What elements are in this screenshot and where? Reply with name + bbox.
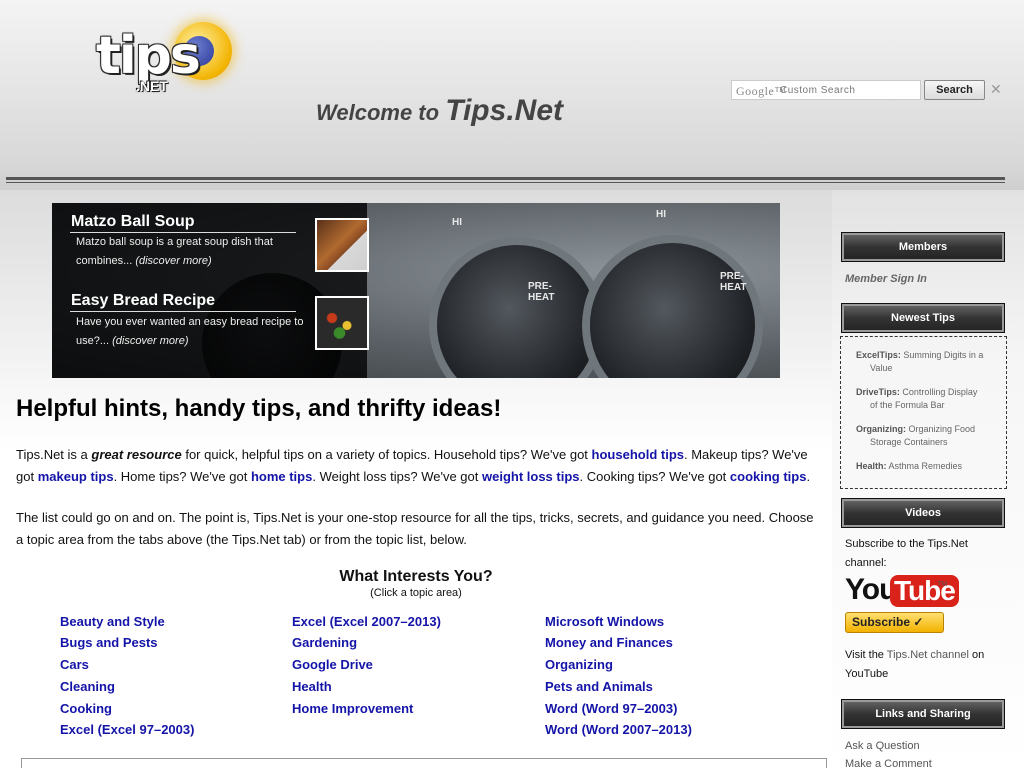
intro-text: . Cooking tips? We've got: [579, 468, 727, 484]
youtube-subscribe-button[interactable]: Subscribe ✓: [845, 612, 944, 633]
dial-knob: [590, 243, 755, 378]
intro-text: for quick, helpful tips on a variety of …: [185, 447, 588, 462]
ask-question-link[interactable]: Ask a Question: [845, 740, 920, 752]
interests-subtitle: (Click a topic area): [370, 587, 462, 599]
tip-title-cont: Storage Containers: [870, 437, 948, 447]
videos-text: Subscribe to the Tips.Net channel:: [845, 538, 968, 569]
feature-divider: [70, 311, 296, 312]
feature-title[interactable]: Matzo Ball Soup: [71, 213, 195, 231]
bottom-content-box: [21, 758, 827, 768]
tip-title: Controlling Display: [902, 387, 978, 397]
tip-site: DriveTips:: [856, 387, 900, 397]
welcome-prefix: Welcome to: [316, 100, 440, 125]
clear-search-icon[interactable]: ✕: [990, 81, 1002, 98]
featured-banner: HI HI PRE- HEAT PRE- HEAT Matzo Ball Sou…: [52, 203, 780, 378]
welcome-heading: Welcome to Tips.Net: [316, 94, 563, 128]
newest-tips-header: Newest Tips: [841, 303, 1005, 333]
featured-panel: Matzo Ball Soup Matzo ball soup is a gre…: [52, 203, 369, 378]
kebab-thumbnail[interactable]: [315, 296, 369, 350]
visit-channel-text: Visit the Tips.Net channel on YouTube: [845, 646, 1005, 684]
youtube-tm: TM: [937, 581, 948, 588]
topic-link[interactable]: Pets and Animals: [545, 679, 653, 694]
search-input[interactable]: Google™ Custom Search: [731, 80, 921, 100]
tip-title-cont: Value: [870, 363, 893, 373]
tip-site: ExcelTips:: [856, 350, 901, 360]
tip-site: Health:: [856, 461, 887, 471]
header-divider: [6, 177, 1005, 180]
topic-link[interactable]: Home Improvement: [292, 701, 413, 716]
topic-link[interactable]: Cars: [60, 657, 89, 672]
members-header: Members: [841, 232, 1005, 262]
topic-link[interactable]: Word (Word 97–2003): [545, 701, 677, 716]
topic-link[interactable]: Beauty and Style: [60, 614, 165, 629]
household-tips-link[interactable]: household tips: [592, 447, 684, 462]
search-placeholder: Custom Search: [780, 85, 856, 96]
weight-loss-tips-link[interactable]: weight loss tips: [482, 469, 580, 484]
dial-label-preheat: PRE- HEAT: [720, 271, 747, 293]
cooking-tips-link[interactable]: cooking tips: [730, 469, 807, 484]
feature-description: Matzo ball soup is a great soup dish tha…: [76, 233, 308, 271]
videos-header: Videos: [841, 498, 1005, 528]
feature-description: Have you ever wanted an easy bread recip…: [76, 313, 308, 351]
discover-more-link[interactable]: (discover more): [135, 255, 211, 267]
feature-text: Have you ever wanted an easy bread recip…: [76, 316, 304, 347]
intro-text: Tips.Net is a: [16, 447, 88, 462]
intro-emphasis: great resource: [91, 447, 182, 462]
welcome-brand: Tips.Net: [445, 94, 563, 127]
topic-link[interactable]: Organizing: [545, 657, 613, 672]
youtube-you: You: [845, 573, 897, 606]
tip-title-cont: of the Formula Bar: [870, 400, 945, 410]
newest-tip-item[interactable]: ExcelTips: Summing Digits in a Value: [856, 349, 996, 375]
topic-link[interactable]: Google Drive: [292, 657, 373, 672]
header-divider-thin: [6, 182, 1005, 183]
home-tips-link[interactable]: home tips: [251, 469, 312, 484]
topic-link[interactable]: Excel (Excel 97–2003): [60, 722, 194, 737]
member-sign-in-link[interactable]: Member Sign In: [845, 273, 927, 285]
intro-text: . Home tips? We've got: [113, 468, 248, 484]
dial-label-preheat: PRE- HEAT: [528, 281, 555, 303]
topic-link[interactable]: Word (Word 2007–2013): [545, 722, 692, 737]
cinnamon-thumbnail[interactable]: [315, 218, 369, 272]
visit-text: Visit the: [845, 649, 884, 661]
topic-link[interactable]: Excel (Excel 2007–2013): [292, 614, 441, 629]
topic-link[interactable]: Cooking: [60, 701, 112, 716]
topic-link[interactable]: Money and Finances: [545, 635, 673, 650]
tips-net-logo[interactable]: tips .NET: [92, 14, 252, 114]
intro-paragraph: Tips.Net is a great resource for quick, …: [16, 444, 822, 487]
intro-text: . Weight loss tips? We've got: [312, 468, 479, 484]
tip-title: Asthma Remedies: [888, 461, 963, 471]
feature-title[interactable]: Easy Bread Recipe: [71, 292, 215, 310]
newest-tip-item[interactable]: DriveTips: Controlling Display of the Fo…: [856, 386, 996, 412]
youtube-tube: Tube: [890, 575, 959, 607]
topic-link[interactable]: Gardening: [292, 635, 357, 650]
links-sharing-header: Links and Sharing: [841, 699, 1005, 729]
makeup-tips-link[interactable]: makeup tips: [38, 469, 114, 484]
logo-net: .NET: [136, 78, 168, 94]
make-comment-link[interactable]: Make a Comment: [845, 758, 932, 768]
dial-label-hi: HI: [452, 217, 462, 228]
tip-title: Summing Digits in a: [903, 350, 984, 360]
google-mark: Google™: [736, 84, 787, 98]
search-button[interactable]: Search: [924, 80, 985, 100]
topic-link[interactable]: Cleaning: [60, 679, 115, 694]
newest-tip-item[interactable]: Organizing: Organizing Food Storage Cont…: [856, 423, 996, 449]
topic-link[interactable]: Health: [292, 679, 332, 694]
dial-knob: [437, 245, 597, 378]
logo-word: tips: [96, 26, 201, 86]
second-paragraph: The list could go on and on. The point i…: [16, 510, 814, 547]
topic-link[interactable]: Microsoft Windows: [545, 614, 664, 629]
intro-text: .: [806, 468, 811, 484]
site-header: tips .NET Welcome to Tips.Net Google™ Cu…: [0, 0, 1024, 190]
tip-site: Organizing:: [856, 424, 906, 434]
topic-link[interactable]: Bugs and Pests: [60, 635, 158, 650]
dial-label-hi: HI: [656, 209, 666, 220]
newest-tip-item[interactable]: Health: Asthma Remedies: [856, 460, 996, 473]
tips-net-channel-link[interactable]: Tips.Net channel: [887, 649, 969, 661]
tip-title: Organizing Food: [908, 424, 976, 434]
page-headline: Helpful hints, handy tips, and thrifty i…: [16, 395, 502, 422]
discover-more-link[interactable]: (discover more): [112, 335, 188, 347]
interests-title: What Interests You?: [339, 568, 493, 585]
